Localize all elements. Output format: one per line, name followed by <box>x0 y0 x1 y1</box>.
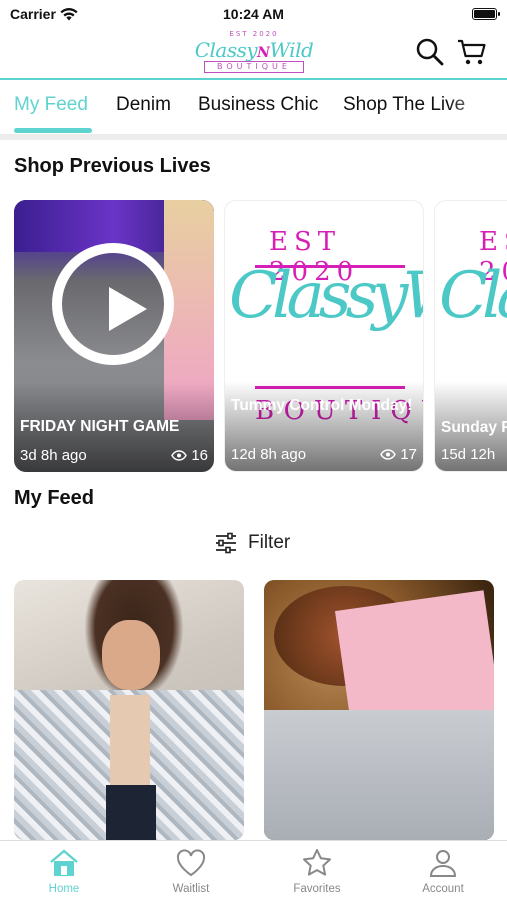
product-image-jeans <box>106 785 156 840</box>
filter-button[interactable]: Filter <box>214 532 290 554</box>
nav-label: Home <box>48 883 80 895</box>
active-tab-indicator <box>14 128 92 133</box>
filter-label: Filter <box>248 532 291 553</box>
live-card-title: Tummy Control Monday! <box>231 397 413 414</box>
tab-denim[interactable]: Denim <box>116 94 171 116</box>
play-button[interactable] <box>52 243 174 365</box>
logo-est: EST 2020 <box>229 30 279 38</box>
nav-label: Waitlist <box>172 883 210 895</box>
tab-my-feed[interactable]: My Feed <box>14 94 88 116</box>
live-card-title: FRIDAY NIGHT GAME <box>20 418 180 435</box>
tab-fade <box>447 82 507 134</box>
search-button[interactable] <box>414 36 446 68</box>
live-card[interactable]: FRIDAY NIGHT GAME 3d 8h ago 16 <box>14 200 214 472</box>
product-image-face <box>102 620 160 690</box>
product-image-top <box>110 695 150 785</box>
nav-waitlist[interactable]: Waitlist <box>141 847 241 899</box>
live-card-views: 16 <box>171 447 208 464</box>
nav-label: Favorites <box>293 883 341 895</box>
live-card[interactable]: EST 2020 ClassyWild BOUTIQUE Tummy Contr… <box>224 200 424 472</box>
logo-name-right: Wild <box>269 38 314 62</box>
live-card-time: 15d 12h <box>441 446 496 463</box>
nav-favorites[interactable]: Favorites <box>267 847 367 899</box>
clock: 10:24 AM <box>223 6 284 22</box>
logo-name-left: Classy <box>194 38 258 62</box>
brand-script: ClassyWild <box>229 259 423 333</box>
logo-wordmark: ClassyNWild <box>194 38 314 62</box>
product-tile[interactable] <box>14 580 244 840</box>
live-card[interactable]: EST 2020 ClassyWild Sunday F 15d 12h <box>434 200 507 472</box>
bottom-nav: Home Waitlist Favorites Account <box>0 840 507 900</box>
brand-script: ClassyWild <box>439 259 507 333</box>
person-icon <box>429 850 457 877</box>
battery-icon <box>472 8 500 20</box>
cart-icon <box>458 39 486 65</box>
cart-button[interactable] <box>456 36 488 68</box>
live-card-time: 3d 8h ago <box>20 447 87 464</box>
tab-business-chic[interactable]: Business Chic <box>198 94 318 116</box>
category-tabs: My Feed Denim Business Chic Shop The Liv… <box>0 82 507 134</box>
live-card-time: 12d 8h ago <box>231 446 307 463</box>
previous-lives-carousel[interactable]: FRIDAY NIGHT GAME 3d 8h ago 16 EST 2020 … <box>0 200 507 472</box>
filter-icon <box>216 532 236 554</box>
logo-sub: BOUTIQUE <box>204 61 304 73</box>
nav-label: Account <box>422 883 464 895</box>
views-count: 17 <box>400 446 417 463</box>
heart-icon <box>176 849 206 877</box>
eye-icon <box>380 449 397 460</box>
feed-title: My Feed <box>14 487 95 509</box>
section-divider <box>0 134 507 140</box>
nav-account[interactable]: Account <box>393 847 493 899</box>
previous-lives-title: Shop Previous Lives <box>14 155 211 177</box>
live-card-views: 17 <box>380 446 417 463</box>
brand-logo[interactable]: EST 2020 ClassyNWild BOUTIQUE <box>194 28 314 76</box>
app-header: EST 2020 ClassyNWild BOUTIQUE <box>0 28 507 80</box>
status-bar: Carrier 10:24 AM <box>0 0 507 28</box>
home-icon <box>50 849 78 876</box>
nav-home[interactable]: Home <box>14 847 114 899</box>
play-icon <box>109 287 147 331</box>
product-image-jeans <box>264 710 494 840</box>
eye-icon <box>171 450 188 461</box>
star-icon <box>303 849 331 876</box>
product-tile[interactable] <box>264 580 494 840</box>
views-count: 16 <box>191 447 208 464</box>
live-card-title: Sunday F <box>441 419 507 436</box>
logo-name-n: N <box>257 45 270 61</box>
search-icon <box>416 38 444 66</box>
